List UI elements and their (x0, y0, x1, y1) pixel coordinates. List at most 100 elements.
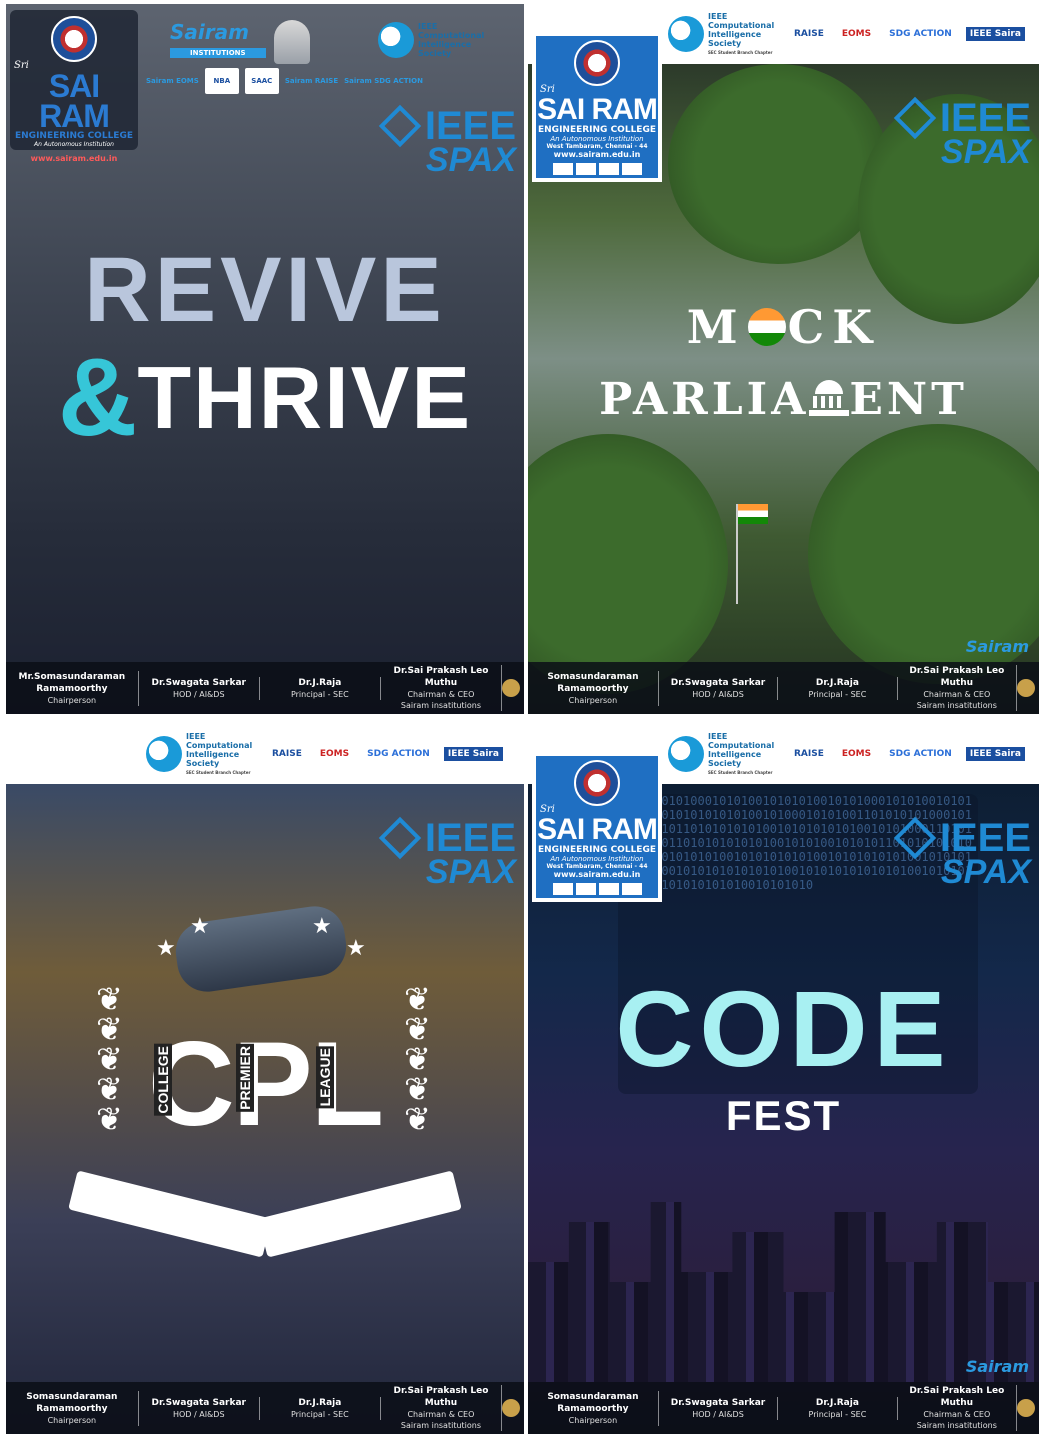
sdg-logo: Sairam SDG ACTION (344, 77, 423, 85)
principal-role: Principal - SEC (808, 689, 867, 699)
cis-logo: IEEE Computational Intelligence Society … (668, 12, 780, 57)
sairam-logo: Sairam (170, 20, 249, 44)
spax-ieee-text: IEEE (939, 96, 1031, 140)
chairperson-role: Chairperson (47, 695, 97, 705)
chairperson-role: Chairperson (47, 1415, 97, 1425)
city-skyline (528, 1202, 1039, 1382)
cis-line3: Intelligence (708, 749, 762, 759)
ieee-spax-logo: IEEE SPAX (378, 816, 516, 891)
founder-portrait-icon (274, 20, 310, 64)
chairperson-name: Somasundaraman (26, 1391, 118, 1402)
institutions-label: INSTITUTIONS (170, 48, 266, 58)
ieee-sairam-logo: IEEE Saira (965, 747, 1025, 761)
raise-logo: Sairam RAISE (284, 77, 339, 85)
principal-role: Principal - SEC (808, 1409, 867, 1419)
cis-line1: IEEE (708, 731, 728, 741)
cis-line1: IEEE (418, 22, 438, 31)
college-name: SAI RAM (537, 93, 658, 126)
spax-text: SPAX (940, 133, 1031, 171)
poster-code-fest[interactable]: 0101010101000101010010101010010101000101… (528, 724, 1039, 1434)
title-code: CODE (615, 968, 952, 1089)
label-college: COLLEGE (154, 1044, 172, 1116)
chairperson-name2: Ramamoorthy (557, 1403, 629, 1414)
ieee-sairam-logo: IEEE Saira (443, 747, 503, 761)
college-autonomous: An Autonomous Institution (550, 135, 644, 143)
raise-logo: RAISE (272, 749, 302, 759)
india-flag-icon (738, 504, 768, 524)
chairman-name: Dr.Sai Prakash Leo Muthu (909, 666, 1005, 688)
chairman-role: Chairman & CEO (923, 1410, 991, 1419)
college-sub: ENGINEERING COLLEGE (15, 131, 133, 141)
sdg-logo: SDG ACTION (889, 749, 952, 759)
ieee-diamond-icon (378, 104, 422, 148)
college-sub: ENGINEERING COLLEGE (538, 845, 656, 855)
chairperson-name: Somasundaraman (547, 1391, 639, 1402)
spax-text: SPAX (425, 853, 516, 891)
raise-logo: RAISE (794, 749, 824, 759)
hod-name: Dr.Swagata Sarkar (151, 1397, 246, 1408)
title-mock: M CK (528, 300, 1039, 354)
raise-logo: RAISE (794, 29, 824, 39)
college-sub: ENGINEERING COLLEGE (538, 125, 656, 135)
cis-swirl-icon (668, 736, 704, 772)
cis-line1: IEEE (186, 731, 206, 741)
chairman-role: Chairman & CEO (923, 690, 991, 699)
eoms-logo: EOMS (841, 29, 872, 39)
cricket-bat-icon (68, 1170, 272, 1258)
cis-swirl-icon (378, 22, 414, 58)
principal-name: Dr.J.Raja (815, 1397, 859, 1408)
parliament-building-icon (809, 378, 850, 416)
tree-canopy (528, 434, 728, 694)
chairperson-role: Chairperson (568, 695, 618, 705)
college-emblem-icon (574, 760, 620, 806)
cis-line4: Society (708, 758, 742, 768)
chairman-name: Dr.Sai Prakash Leo Muthu (909, 1386, 1005, 1408)
spax-ieee-text: IEEE (424, 816, 516, 860)
cis-line2: Computational (708, 20, 775, 30)
chairperson-name2: Ramamoorthy (36, 683, 108, 694)
title-parliament-left: PARLIA (599, 374, 810, 425)
hod-role: HOD / AI&DS (692, 1409, 744, 1419)
principal-name: Dr.J.Raja (298, 677, 342, 688)
poster-cpl[interactable]: IEEE Computational Intelligence Society … (6, 724, 524, 1434)
cis-sub: SEC Student Branch Chapter (708, 769, 773, 775)
title-parliament-right: ENT (849, 374, 968, 425)
chairperson-name2: Ramamoorthy (557, 683, 629, 694)
college-name: SAI RAM (39, 68, 110, 134)
title-thrive: THRIVE (137, 348, 473, 447)
partner-logos: Sairam INSTITUTIONS IEEE Computational I… (146, 14, 524, 94)
hod-role: HOD / AI&DS (172, 689, 225, 699)
ieee-diamond-icon (893, 816, 937, 860)
seal-icon (501, 679, 520, 697)
college-url: www.sairam.edu.in (553, 150, 641, 159)
label-premier: PREMIER (236, 1044, 254, 1112)
ieee-spax-logo: IEEE SPAX (893, 96, 1031, 171)
hod-role: HOD / AI&DS (692, 689, 744, 699)
chairperson-role: Chairperson (568, 1415, 618, 1425)
hod-name: Dr.Swagata Sarkar (670, 1397, 766, 1408)
label-league: LEAGUE (316, 1046, 334, 1109)
star-icon: ★ (156, 936, 176, 961)
college-address: West Tambaram, Chennai - 44 (546, 863, 648, 870)
college-emblem-icon (574, 40, 620, 86)
chairperson-name: Somasundaraman (547, 671, 639, 682)
sairam-logo: Sairam (965, 1357, 1029, 1376)
chairman-org: Sairam insatitutions (916, 701, 997, 710)
eoms-logo: EOMS (319, 749, 350, 759)
spax-ieee-text: IEEE (939, 816, 1031, 860)
college-emblem-icon (51, 16, 97, 62)
accreditation-badges (536, 883, 658, 895)
spax-text: SPAX (425, 141, 516, 179)
college-logo: Sri SAI RAM ENGINEERING COLLEGE An Auton… (532, 752, 662, 902)
sairam-logo: Sairam (965, 637, 1029, 656)
poster-revive-thrive[interactable]: Sri SAI RAM ENGINEERING COLLEGE An Auton… (6, 4, 524, 714)
footer-credits: Somasundaraman Ramamoorthy Chairperson D… (528, 662, 1039, 714)
ieee-diamond-icon (893, 96, 937, 140)
ieee-spax-logo: IEEE SPAX (893, 816, 1031, 889)
title-cpl-block: CPL (6, 1024, 524, 1144)
cis-swirl-icon (668, 16, 704, 52)
principal-role: Principal - SEC (290, 1409, 349, 1419)
ieee-sairam-logo: IEEE Saira (965, 27, 1025, 41)
poster-mock-parliament[interactable]: IEEE Computational Intelligence Society … (528, 4, 1039, 714)
college-autonomous: An Autonomous Institution (550, 855, 644, 863)
